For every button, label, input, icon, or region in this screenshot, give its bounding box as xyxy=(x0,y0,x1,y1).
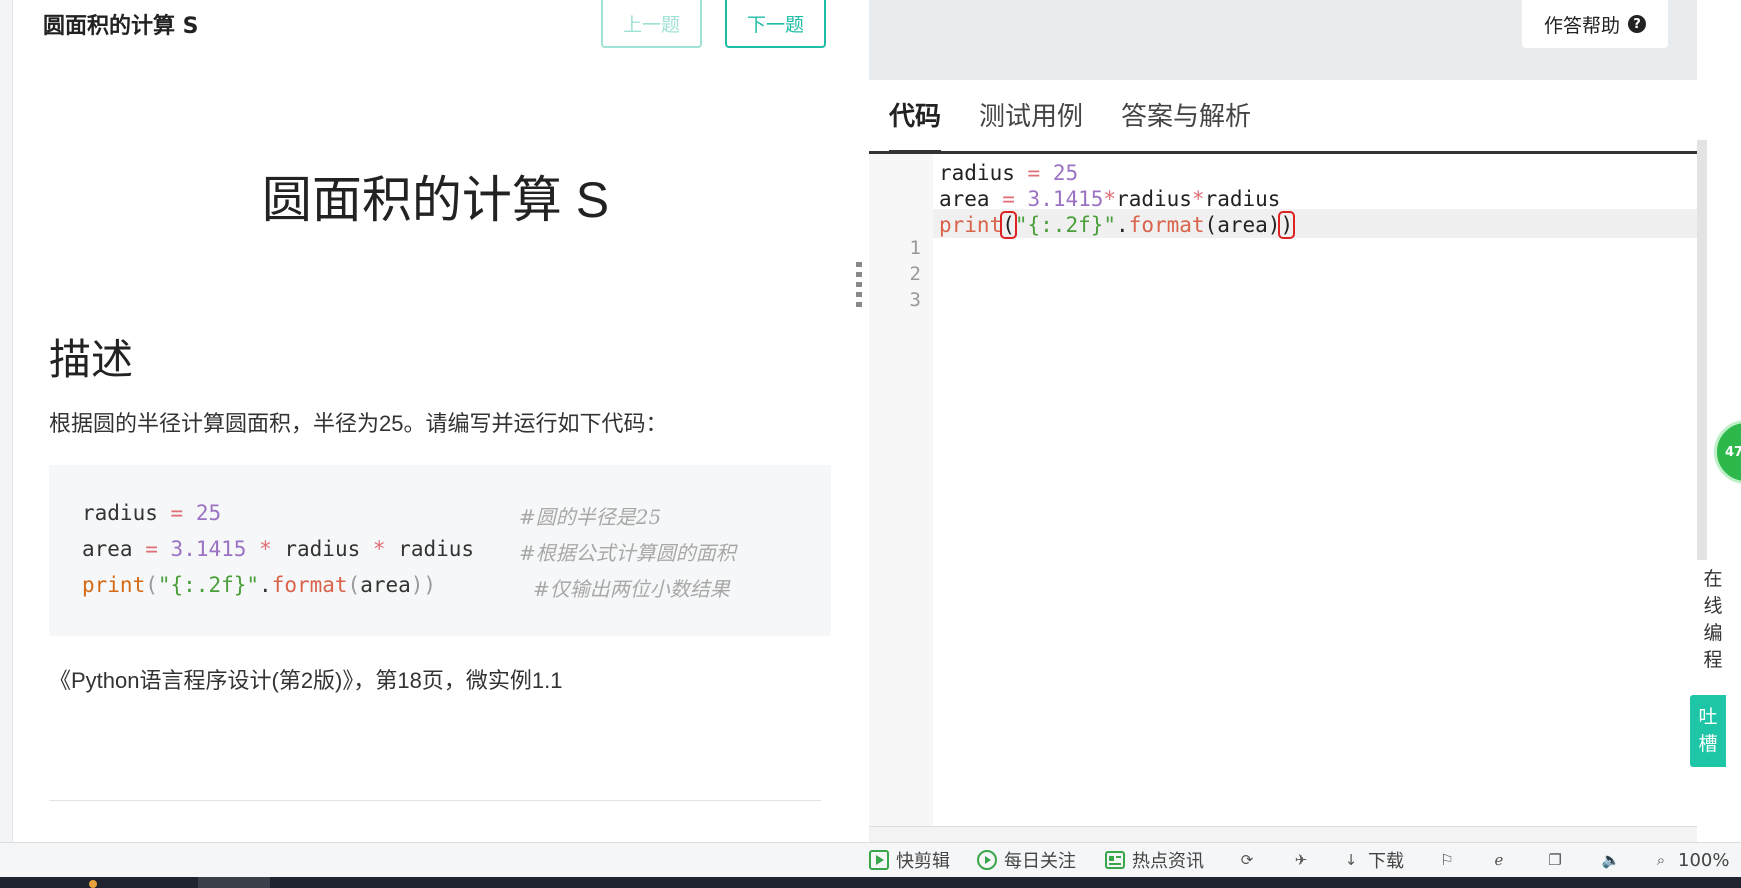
description-heading: 描述 xyxy=(49,336,134,383)
next-question-button[interactable]: 下一题 xyxy=(725,0,826,48)
feedback-button[interactable]: 吐槽 xyxy=(1690,695,1726,767)
header-title: 圆面积的计算 S xyxy=(43,14,199,39)
browser-status-bar: 快剪辑 每日关注 热点资讯 ⟳ ✈ ↓ 下载 ⚐ ℯ ❐ 🔈 ⌕ 100% xyxy=(0,842,1741,877)
line-number: 1 xyxy=(909,237,921,259)
play-circle-icon xyxy=(976,849,998,871)
editor-horizontal-scrollbar[interactable] xyxy=(869,826,1697,842)
tab-code[interactable]: 代码 xyxy=(889,96,942,154)
answer-help-button[interactable]: 作答帮助 ? xyxy=(1522,0,1668,48)
line-number: 3 xyxy=(909,289,921,311)
divider xyxy=(49,800,821,801)
status-item-hot-news[interactable]: 热点资讯 xyxy=(1104,848,1204,872)
question-circle-icon: ? xyxy=(1628,15,1646,33)
problem-panel: 圆面积的计算 S 上一题 下一题 圆面积的计算 S 描述 根据圆的半径计算圆面积… xyxy=(12,0,869,842)
problem-title: 圆面积的计算 S xyxy=(261,172,610,228)
tab-test-cases[interactable]: 测试用例 xyxy=(979,96,1083,154)
sample-line-1: radius = 25 xyxy=(82,501,222,525)
sample-comment-3: #仅输出两位小数结果 xyxy=(533,577,730,601)
window-icon: ❐ xyxy=(1548,851,1562,869)
status-item-window[interactable]: ❐ xyxy=(1544,848,1566,872)
zoom-icon: ⌕ xyxy=(1656,851,1666,869)
sample-line-2: area = 3.1415 * radius * radius xyxy=(82,537,475,561)
taskbar-indicator-icon xyxy=(89,880,97,888)
status-item-zoom[interactable]: ⌕ 100% xyxy=(1650,848,1730,872)
tab-answer-analysis[interactable]: 答案与解析 xyxy=(1121,96,1251,154)
status-item-flag[interactable]: ⚐ xyxy=(1436,848,1458,872)
sample-comment-1: #圆的半径是25 xyxy=(519,505,662,529)
editor-panel: 代码 测试用例 答案与解析 1 2 3 radius = 25 area = 3… xyxy=(869,80,1697,842)
online-edit-button[interactable]: 在线编程 xyxy=(1697,566,1729,674)
panel-resize-handle[interactable] xyxy=(856,262,864,316)
status-item-daily-follow[interactable]: 每日关注 xyxy=(976,848,1076,872)
status-item-refresh[interactable]: ⟳ xyxy=(1236,848,1258,872)
source-reference: 《Python语言程序设计(第2版)》，第18页，微实例1.1 xyxy=(49,668,563,693)
prev-question-button[interactable]: 上一题 xyxy=(601,0,702,48)
status-item-quick-edit[interactable]: 快剪辑 xyxy=(868,848,950,872)
flag-icon: ⚐ xyxy=(1440,851,1454,869)
volume-icon: 🔈 xyxy=(1601,851,1621,869)
left-scrollbar[interactable] xyxy=(0,0,12,842)
description-text: 根据圆的半径计算圆面积，半径为25。请编写并运行如下代码： xyxy=(49,411,668,436)
play-square-icon xyxy=(868,849,890,871)
news-icon xyxy=(1104,849,1126,871)
line-number-gutter: 1 2 3 xyxy=(869,154,933,826)
editor-tabs: 代码 测试用例 答案与解析 xyxy=(869,80,1697,154)
line-number: 2 xyxy=(909,263,921,285)
help-label: 作答帮助 xyxy=(1543,14,1620,37)
status-item-download[interactable]: ↓ 下载 xyxy=(1340,848,1404,872)
sample-comment-2: #根据公式计算圆的面积 xyxy=(519,541,736,565)
status-item-volume[interactable]: 🔈 xyxy=(1600,848,1622,872)
status-item-browser[interactable]: ℯ xyxy=(1488,848,1510,872)
status-item-pin[interactable]: ✈ xyxy=(1290,848,1312,872)
pin-icon: ✈ xyxy=(1294,851,1308,869)
code-line-3[interactable]: print("{:.2f}".format(area)) xyxy=(939,211,1296,239)
code-line-2[interactable]: area = 3.1415*radius*radius xyxy=(939,187,1280,211)
browser-e-icon: ℯ xyxy=(1494,851,1504,869)
taskbar-app-button[interactable] xyxy=(198,877,270,888)
refresh-icon: ⟳ xyxy=(1240,851,1254,869)
download-arrow-icon: ↓ xyxy=(1344,851,1358,869)
code-line-1[interactable]: radius = 25 xyxy=(939,161,1078,185)
code-sample-block: radius = 25 #圆的半径是25 area = 3.1415 * rad… xyxy=(49,465,831,636)
page-scrollbar-thumb[interactable] xyxy=(1697,140,1707,560)
sample-line-3: print("{:.2f}".format(area)) xyxy=(82,573,437,597)
